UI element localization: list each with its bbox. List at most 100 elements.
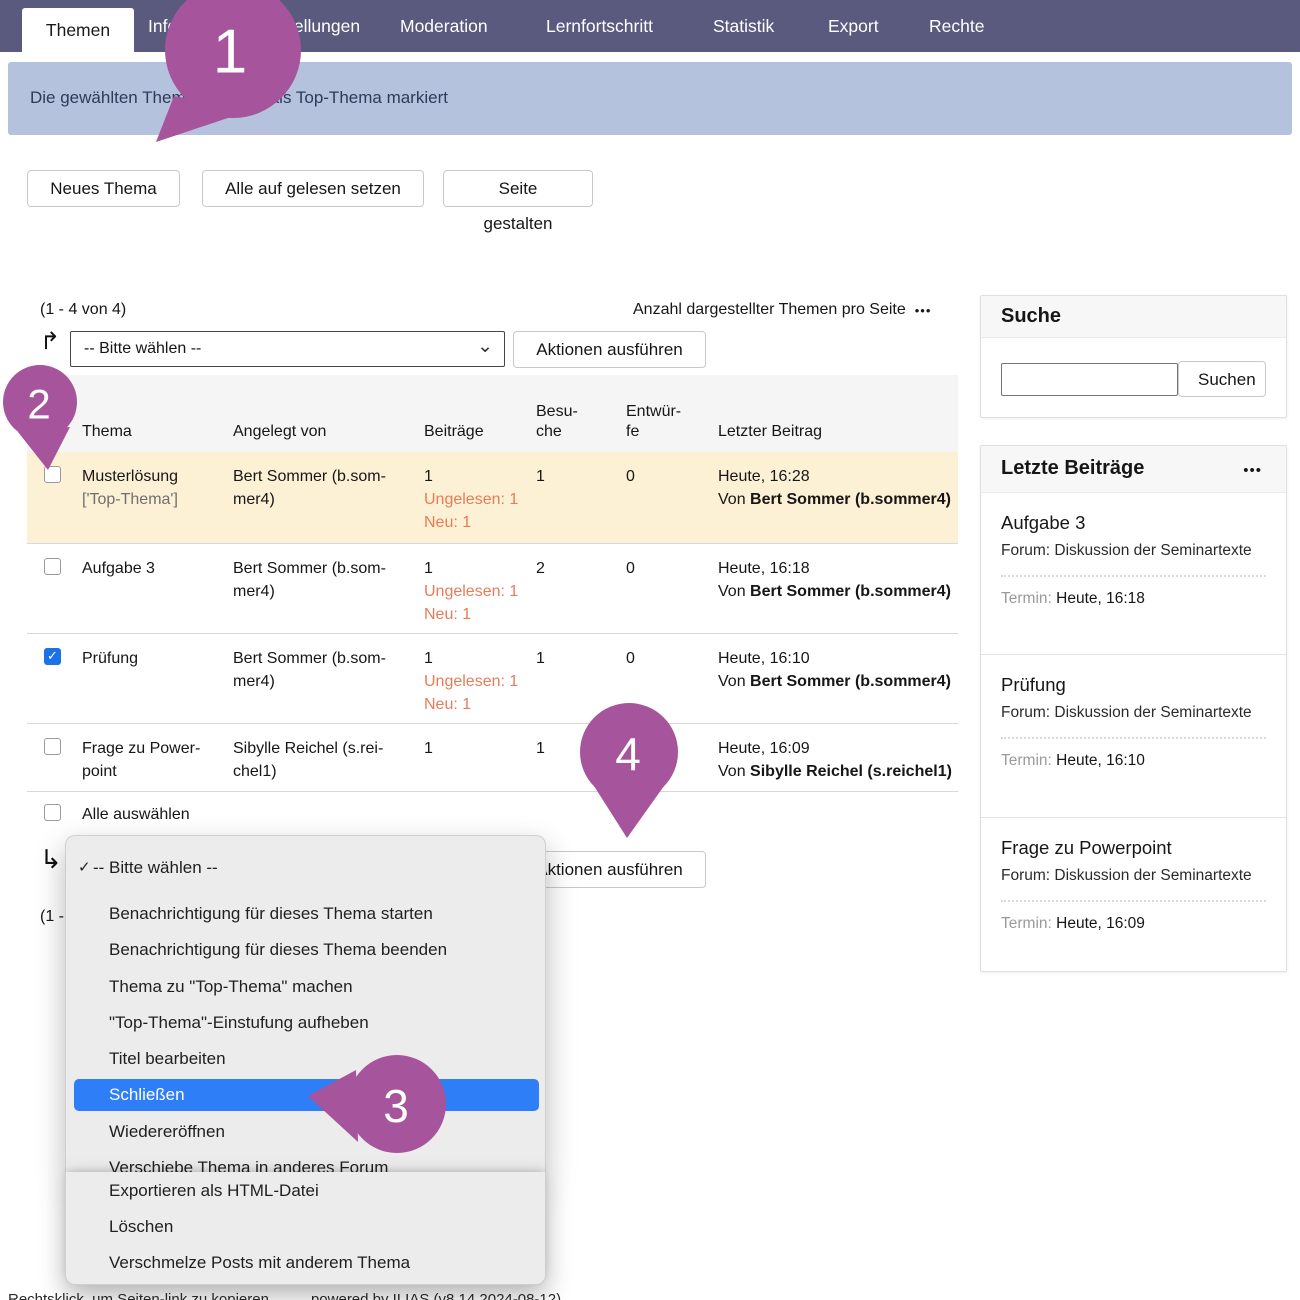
success-banner: Die gewählten Themen wurden als Top-Them… bbox=[8, 62, 1292, 135]
latest-post-item: Frage zu Powerpoint Forum: Diskussion de… bbox=[981, 817, 1286, 973]
menu-item-benachrichtigung-starten[interactable]: Benachrichtigung für dieses Thema starte… bbox=[109, 896, 433, 932]
latest-posts-header: Letzte Beiträge ••• bbox=[981, 446, 1286, 493]
search-input[interactable] bbox=[1001, 363, 1178, 396]
latest-posts-options-icon[interactable]: ••• bbox=[1243, 462, 1262, 479]
mark-all-read-button[interactable]: Alle auf gelesen setzen bbox=[202, 170, 424, 207]
last-post-author[interactable]: Sibylle Reichel (s.reichel1) bbox=[750, 763, 952, 780]
tab-rechte[interactable]: Rechte bbox=[929, 0, 984, 52]
bulk-action-select-top-value: -- Bitte wählen -- bbox=[84, 332, 201, 365]
last-post-from-label: Von bbox=[718, 583, 746, 600]
menu-item-verschiebe-thema[interactable]: Verschiebe Thema in anderes Forum bbox=[109, 1150, 388, 1172]
edit-page-button[interactable]: Seite gestalten bbox=[443, 170, 593, 207]
select-all-row: Alle auswählen bbox=[27, 791, 958, 837]
col-beitraege: Beiträge bbox=[424, 422, 526, 442]
table-row: Aufgabe 3 Bert Sommer (b.som­mer4) 1 Ung… bbox=[27, 543, 958, 633]
menu-item-schliessen[interactable]: Schließen bbox=[74, 1079, 539, 1111]
footer-powered-by[interactable]: powered by ILIAS (v8.14 2024-08-12) bbox=[311, 1291, 561, 1300]
menu-item-titel-bearbeiten[interactable]: Titel bearbeiten bbox=[109, 1041, 226, 1077]
bulk-action-menu-lower: Exportieren als HTML-Datei Löschen Versc… bbox=[65, 1172, 546, 1285]
latest-post-forum: Forum: Diskussion der Seminartex­te bbox=[1001, 864, 1259, 887]
visits-count: 1 bbox=[536, 465, 586, 488]
success-banner-text: Die gewählten Themen wurden als Top-Them… bbox=[30, 88, 448, 108]
last-post-from-label: Von bbox=[718, 491, 746, 508]
last-post-author[interactable]: Bert Sommer (b.sommer4) bbox=[750, 673, 951, 690]
search-panel: Suche Suchen bbox=[980, 295, 1287, 418]
last-post-date: Heute, 16:09 bbox=[718, 737, 958, 760]
tab-statistik[interactable]: Statistik bbox=[713, 0, 774, 52]
new-count: Neu: 1 bbox=[424, 603, 526, 626]
row-checkbox[interactable] bbox=[44, 558, 61, 575]
per-page-options-icon[interactable]: ••• bbox=[915, 303, 932, 318]
visits-count: 2 bbox=[536, 557, 586, 580]
divider bbox=[1001, 575, 1266, 577]
last-post-author[interactable]: Bert Sommer (b.sommer4) bbox=[750, 583, 951, 600]
bulk-action-select-top[interactable]: -- Bitte wählen -- ⌄ bbox=[70, 331, 505, 367]
latest-post-date-label: Termin: bbox=[1001, 915, 1052, 932]
new-topic-button[interactable]: Neues Thema bbox=[27, 170, 180, 207]
latest-post-forum: Forum: Diskussion der Seminartex­te bbox=[1001, 539, 1259, 562]
select-all-checkbox[interactable] bbox=[44, 804, 61, 821]
tab-lernfortschritt[interactable]: Lernfortschritt bbox=[546, 0, 653, 52]
latest-post-date: Heute, 16:18 bbox=[1056, 590, 1145, 607]
search-button[interactable]: Suchen bbox=[1178, 361, 1266, 397]
col-entwuerfe: Entwür­fe bbox=[626, 402, 686, 442]
menu-item-top-thema-machen[interactable]: Thema zu "Top-Thema" machen bbox=[109, 969, 353, 1005]
tab-export[interactable]: Export bbox=[828, 0, 879, 52]
top-tab-bar: Themen Info Einstellungen Moderation Ler… bbox=[0, 0, 1300, 52]
menu-item-top-thema-aufheben[interactable]: "Top-Thema"-Einstufung aufheben bbox=[109, 1005, 369, 1041]
last-post-from-label: Von bbox=[718, 673, 746, 690]
visits-count: 1 bbox=[536, 737, 586, 760]
menu-item-loeschen[interactable]: Löschen bbox=[109, 1209, 173, 1245]
latest-post-title[interactable]: Aufgabe 3 bbox=[1001, 510, 1266, 536]
unread-count: Ungelesen: 1 bbox=[424, 488, 526, 511]
visits-count: 1 bbox=[536, 647, 586, 670]
topic-title[interactable]: Musterlösung bbox=[82, 465, 214, 488]
col-letzter-beitrag: Letzter Beitrag bbox=[718, 422, 958, 442]
topic-author[interactable]: Bert Sommer (b.som­mer4) bbox=[233, 647, 411, 693]
drafts-count: 0 bbox=[626, 465, 686, 488]
divider bbox=[1001, 737, 1266, 739]
footer-note: Rechtsklick, um Seiten-link zu kopieren bbox=[8, 1291, 269, 1300]
menu-item-bitte-waehlen[interactable]: -- Bitte wählen -- bbox=[93, 850, 218, 886]
latest-post-item: Prüfung Forum: Diskussion der Seminartex… bbox=[981, 654, 1286, 817]
row-checkbox[interactable] bbox=[44, 648, 61, 665]
menu-item-exportieren-html[interactable]: Exportieren als HTML-Datei bbox=[109, 1173, 319, 1209]
latest-post-title[interactable]: Prüfung bbox=[1001, 672, 1266, 698]
bulk-action-menu: ✓ -- Bitte wählen -- Benachrichtigung fü… bbox=[65, 835, 546, 1285]
posts-count: 1 bbox=[424, 737, 526, 760]
tab-einstellungen[interactable]: Einstellungen bbox=[255, 0, 360, 52]
last-post-author[interactable]: Bert Sommer (b.sommer4) bbox=[750, 491, 951, 508]
chevron-down-icon: ⌄ bbox=[477, 330, 493, 363]
table-row: Frage zu Power­point Sibylle Reichel (s.… bbox=[27, 723, 958, 791]
topic-title[interactable]: Frage zu Power­point bbox=[82, 737, 214, 783]
row-checkbox[interactable] bbox=[44, 738, 61, 755]
last-post-date: Heute, 16:18 bbox=[718, 557, 958, 580]
menu-item-wiedereroeffnen[interactable]: Wiedereröffnen bbox=[109, 1114, 225, 1150]
tab-info[interactable]: Info bbox=[148, 0, 177, 52]
tab-moderation[interactable]: Moderation bbox=[400, 0, 488, 52]
drafts-count: 0 bbox=[626, 557, 686, 580]
topic-author[interactable]: Sibylle Reichel (s.rei­chel1) bbox=[233, 737, 411, 783]
topic-title[interactable]: Prüfung bbox=[82, 647, 214, 670]
row-checkbox[interactable] bbox=[44, 466, 61, 483]
page-footer: Rechtsklick, um Seiten-link zu kopieren … bbox=[8, 1291, 1108, 1300]
menu-item-benachrichtigung-beenden[interactable]: Benachrichtigung für dieses Thema beende… bbox=[109, 932, 447, 968]
latest-posts-title: Letzte Beiträge bbox=[1001, 457, 1144, 480]
latest-post-date: Heute, 16:10 bbox=[1056, 752, 1145, 769]
latest-post-title[interactable]: Frage zu Powerpoint bbox=[1001, 835, 1266, 861]
topic-tag: ['Top-Thema'] bbox=[82, 488, 214, 511]
latest-post-forum: Forum: Diskussion der Seminartex­te bbox=[1001, 701, 1259, 724]
drafts-count: 0 bbox=[626, 647, 686, 670]
menu-item-verschmelze-posts[interactable]: Verschmelze Posts mit anderem Thema bbox=[109, 1245, 410, 1281]
topic-title[interactable]: Aufgabe 3 bbox=[82, 557, 214, 580]
topic-author[interactable]: Bert Sommer (b.som­mer4) bbox=[233, 465, 411, 511]
execute-actions-top-button[interactable]: Aktionen ausführen bbox=[513, 331, 706, 368]
last-post-from-label: Von bbox=[718, 763, 746, 780]
table-row: Prüfung Bert Sommer (b.som­mer4) 1 Ungel… bbox=[27, 633, 958, 723]
topic-author[interactable]: Bert Sommer (b.som­mer4) bbox=[233, 557, 411, 603]
search-panel-header: Suche bbox=[981, 296, 1286, 338]
posts-count: 1 bbox=[424, 465, 526, 488]
latest-post-date-label: Termin: bbox=[1001, 590, 1052, 607]
tab-themen[interactable]: Themen bbox=[22, 8, 134, 52]
last-post-date: Heute, 16:10 bbox=[718, 647, 958, 670]
